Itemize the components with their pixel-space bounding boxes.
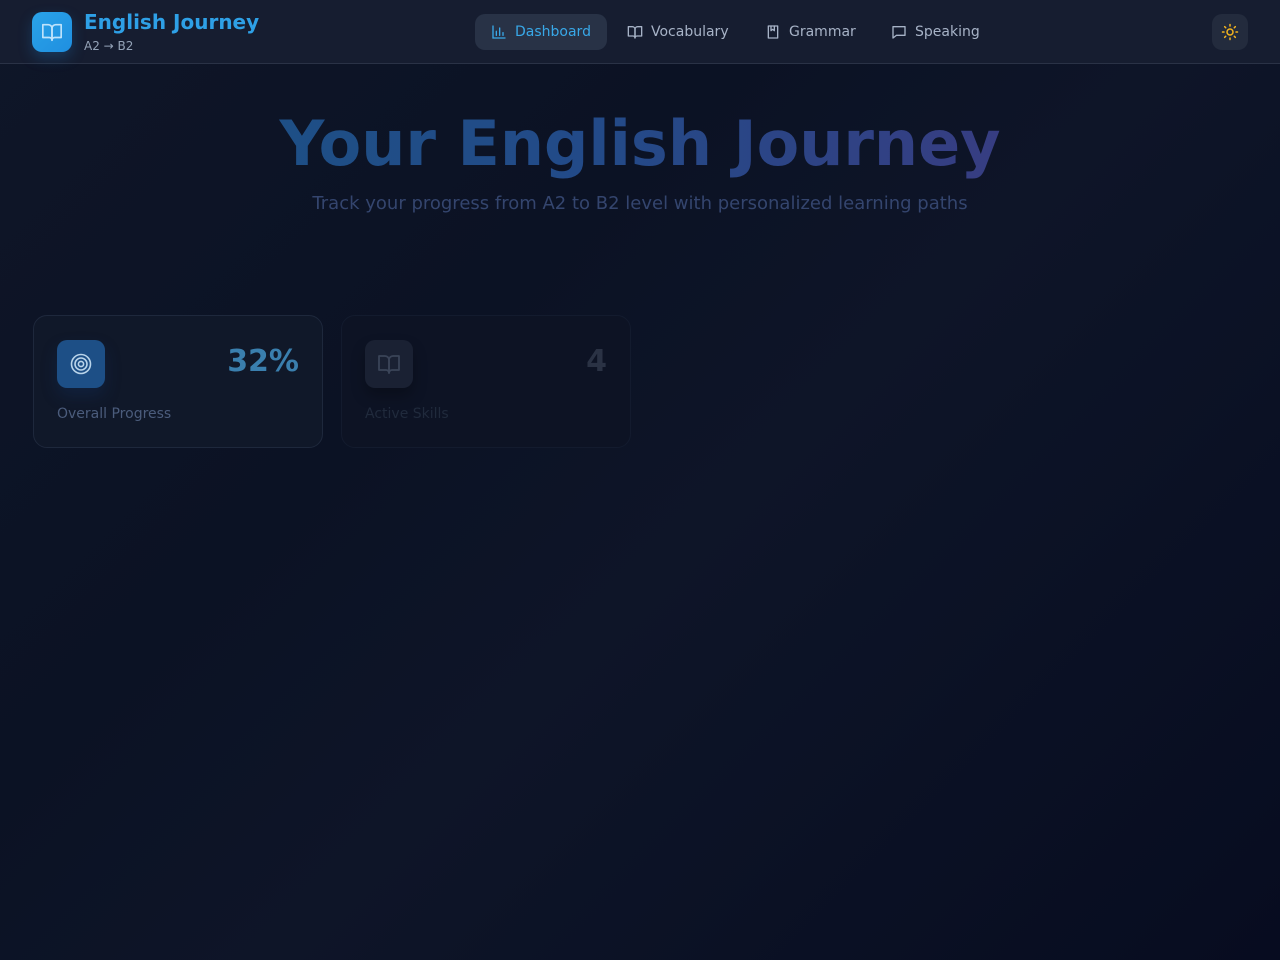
bar-chart-icon: [492, 25, 506, 39]
stat-icon-container: [365, 340, 413, 388]
target-icon: [70, 353, 92, 375]
overall-progress-label: Overall Progress: [57, 406, 172, 422]
overall-progress-value: 32%: [227, 344, 299, 379]
stat-card-active-skills: 4 Active Skills: [341, 315, 631, 448]
app-title: English Journey: [84, 10, 260, 34]
notebook-icon: [767, 25, 779, 39]
open-book-icon: [42, 23, 62, 42]
open-book-icon: [378, 355, 400, 374]
nav-dashboard-label: Dashboard: [515, 24, 591, 40]
theme-toggle-button[interactable]: [1212, 14, 1248, 50]
nav-vocabulary-label: Vocabulary: [651, 24, 729, 40]
nav-speaking[interactable]: Speaking: [875, 14, 996, 50]
nav-speaking-label: Speaking: [915, 24, 980, 40]
page-title: Your English Journey: [0, 108, 1280, 180]
open-book-icon: [627, 26, 643, 39]
page-title-text: Your English Journey: [279, 107, 1001, 180]
nav-grammar[interactable]: Grammar: [749, 14, 872, 50]
page-subtitle: Track your progress from A2 to B2 level …: [312, 193, 968, 214]
top-navigation-bar: English Journey A2 → B2 Dashboard Vocabu…: [0, 0, 1280, 64]
nav-grammar-label: Grammar: [789, 24, 856, 40]
nav-dashboard[interactable]: Dashboard: [475, 14, 607, 50]
nav-vocabulary[interactable]: Vocabulary: [611, 14, 745, 50]
message-icon: [892, 26, 906, 39]
app-logo[interactable]: [32, 12, 72, 52]
active-skills-value: 4: [586, 344, 607, 379]
stat-icon-container: [57, 340, 105, 388]
sun-icon: [1221, 23, 1239, 41]
active-skills-label: Active Skills: [365, 406, 449, 422]
app-level-range: A2 → B2: [84, 39, 134, 53]
stat-card-overall-progress: 32% Overall Progress: [33, 315, 323, 448]
